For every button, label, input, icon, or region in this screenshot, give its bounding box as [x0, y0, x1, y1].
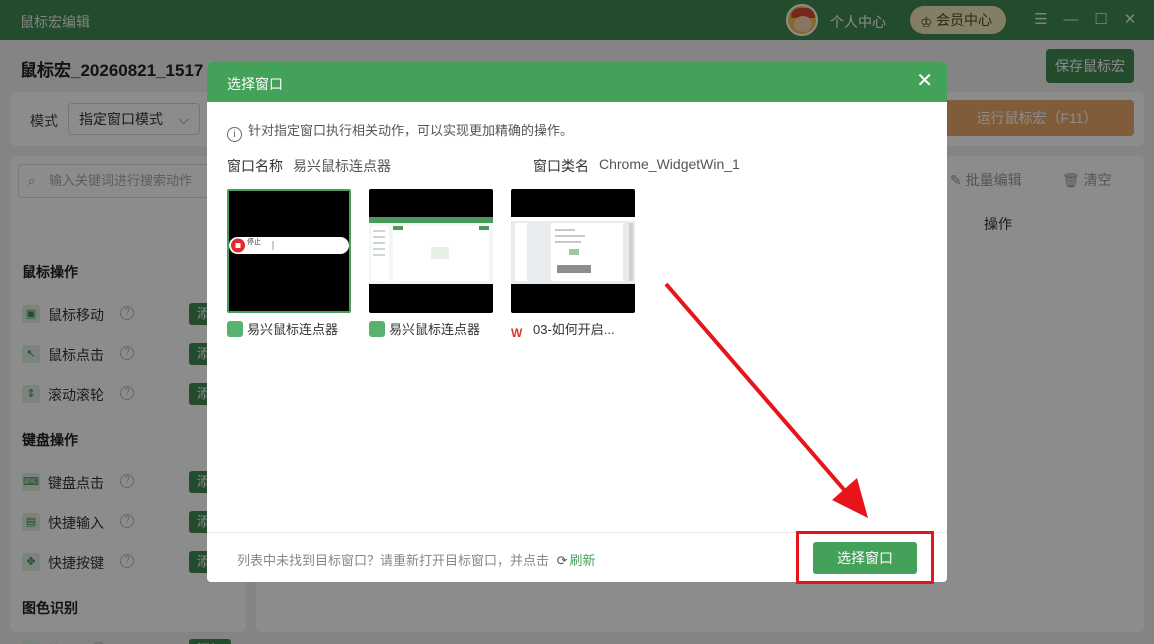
window-name-value: 易兴鼠标连点器 — [293, 158, 391, 174]
caption-text: 03-如何开启... — [533, 322, 615, 337]
info-text: 针对指定窗口执行相关动作，可以实现更加精确的操作。 — [248, 123, 574, 138]
caption-text: 易兴鼠标连点器 — [389, 322, 481, 337]
yixing-app-icon — [227, 321, 243, 337]
annotation-highlight-box — [796, 531, 934, 584]
window-caption-3: W 03-如何开启... — [511, 319, 615, 342]
window-thumbnail-3[interactable] — [511, 189, 635, 313]
footer-hint-text: 列表中未找到目标窗口？请重新打开目标窗口，并点击 — [237, 553, 550, 568]
window-thumbnail-1[interactable] — [227, 189, 351, 313]
window-name-label: 窗口名称 — [227, 158, 283, 174]
dialog-title: 选择窗口 — [227, 76, 283, 92]
refresh-icon[interactable]: ⟳ — [557, 553, 568, 569]
stop-pill-text: 停止 — [247, 239, 261, 246]
window-caption-2: 易兴鼠标连点器 — [369, 319, 480, 338]
window-caption-1: 易兴鼠标连点器 — [227, 319, 338, 338]
footer-hint: 列表中未找到目标窗口？请重新打开目标窗口，并点击 ⟳ 刷新 — [237, 550, 596, 569]
refresh-link[interactable]: 刷新 — [570, 553, 596, 568]
info-icon: i — [227, 127, 242, 142]
window-class-value: Chrome_WidgetWin_1 — [599, 156, 740, 172]
caption-text: 易兴鼠标连点器 — [247, 322, 339, 337]
window-class-label: 窗口类名 — [533, 158, 589, 174]
thumbnail-preview — [369, 217, 493, 284]
info-message: i 针对指定窗口执行相关动作，可以实现更加精确的操作。 — [227, 120, 573, 142]
thumbnail-preview — [511, 217, 635, 284]
dialog-header: 选择窗口 ✕ — [207, 62, 947, 102]
window-thumbnail-2[interactable] — [369, 189, 493, 313]
select-window-dialog: 选择窗口 ✕ i 针对指定窗口执行相关动作，可以实现更加精确的操作。 窗口名称 易… — [207, 62, 947, 582]
close-icon[interactable]: ✕ — [916, 70, 933, 92]
thumbnail-preview — [229, 237, 349, 254]
yixing-app-icon — [369, 321, 385, 337]
wps-icon: W — [511, 326, 523, 340]
